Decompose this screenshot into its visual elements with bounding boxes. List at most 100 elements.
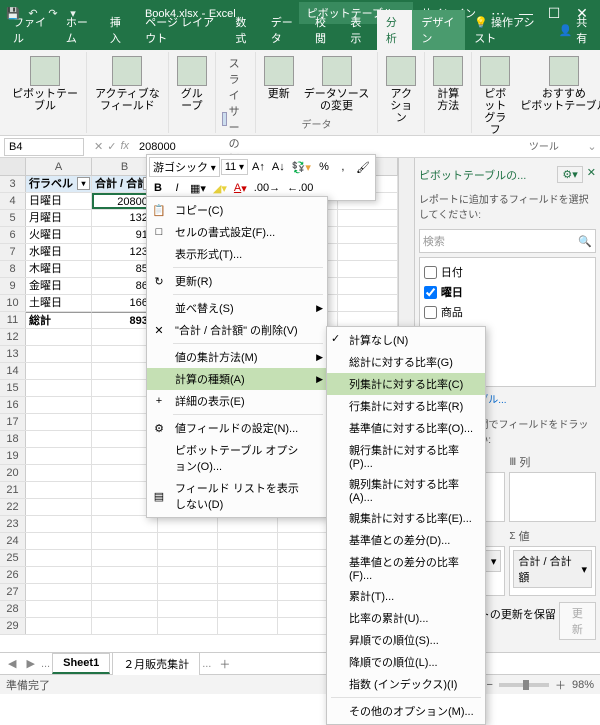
enter-formula-icon[interactable]: ✓ [107,140,116,153]
zoom-out-icon[interactable]: − [487,679,493,691]
cell[interactable] [26,499,92,515]
submenu-item[interactable]: 親集計に対する比率(E)... [327,507,485,529]
comma-icon[interactable]: , [334,157,352,177]
increase-font-icon[interactable]: A↑ [249,157,268,177]
tab-review[interactable]: 校閲 [306,10,341,50]
menu-item[interactable]: ✕"合計 / 合計額" の削除(V) [147,319,327,341]
cell[interactable] [338,244,398,260]
row-header[interactable]: 29 [0,618,26,634]
cell[interactable] [26,618,92,634]
format-painter-icon[interactable]: 🖌 [353,157,373,177]
cell[interactable] [338,261,398,277]
row-header[interactable]: 19 [0,448,26,464]
cell[interactable]: 日曜日 [26,193,92,209]
row-header[interactable]: 3 [0,176,26,192]
submenu-item[interactable]: 指数 (インデックス)(I) [327,673,485,695]
tab-nav-next-icon[interactable]: ▶ [22,657,38,670]
row-header[interactable]: 24 [0,533,26,549]
tab-view[interactable]: 表示 [341,10,376,50]
cell[interactable] [158,618,218,634]
cell[interactable]: 金曜日 [26,278,92,294]
decrease-decimal-icon[interactable]: ←.00 [284,178,316,198]
change-datasource-button[interactable]: データソース の変更 [300,54,373,114]
fill-color-icon[interactable]: ◢▾ [210,178,230,198]
percent-icon[interactable]: % [315,157,333,177]
field-search-input[interactable]: 検索🔍 [419,229,596,253]
cell[interactable] [218,533,278,549]
bold-icon[interactable]: B [149,178,167,198]
menu-item[interactable]: 並べ替え(S)▶ [147,297,327,319]
cell[interactable]: 火曜日 [26,227,92,243]
row-header[interactable]: 7 [0,244,26,260]
submenu-item[interactable]: 基準値との差分の比率(F)... [327,551,485,585]
tab-analyze[interactable]: 分析 [377,10,412,50]
cell[interactable] [158,584,218,600]
submenu-item[interactable]: 降順での順位(L)... [327,651,485,673]
save-icon[interactable]: 💾 [4,4,22,22]
accounting-format-icon[interactable]: 💱▾ [289,157,314,177]
cell[interactable] [158,601,218,617]
cell[interactable] [26,601,92,617]
cell[interactable] [338,295,398,311]
tab-overflow-icon[interactable]: ... [202,658,211,670]
cell[interactable] [338,227,398,243]
pane-close-icon[interactable]: ✕ [587,166,596,183]
tab-insert[interactable]: 挿入 [101,10,136,50]
submenu-item[interactable]: その他のオプション(M)... [327,700,485,722]
redo-icon[interactable]: ↷ [44,4,62,22]
submenu-item[interactable]: 基準値に対する比率(O)... [327,417,485,439]
cell[interactable] [158,533,218,549]
refresh-button[interactable]: 更新 [260,54,298,102]
decrease-font-icon[interactable]: A↓ [269,157,288,177]
field-checkbox[interactable]: 商品 [424,302,591,322]
menu-item[interactable]: 表示形式(T)... [147,243,327,265]
cell[interactable]: 水曜日 [26,244,92,260]
row-header[interactable]: 5 [0,210,26,226]
values-field-item[interactable]: 合計 / 合計額▾ [513,550,592,588]
cell[interactable] [26,550,92,566]
font-color-icon[interactable]: A▾ [231,178,250,198]
menu-item[interactable]: 値の集計方法(M)▶ [147,346,327,368]
menu-item[interactable]: ピボットテーブル オプション(O)... [147,439,327,477]
menu-item[interactable]: 計算の種類(A)▶ [147,368,327,390]
row-header[interactable]: 20 [0,465,26,481]
submenu-item[interactable]: 昇順での順位(S)... [327,629,485,651]
cell[interactable] [26,516,92,532]
cell[interactable]: 木曜日 [26,261,92,277]
border-icon[interactable]: ▦▾ [187,178,209,198]
fx-icon[interactable]: fx [120,140,129,153]
row-header[interactable]: 18 [0,431,26,447]
row-header[interactable]: 26 [0,567,26,583]
row-header[interactable]: 14 [0,363,26,379]
recommended-pivot-button[interactable]: おすすめ ピボットテーブル [516,54,600,114]
menu-item[interactable]: +詳細の表示(E) [147,390,327,412]
formula-expand-icon[interactable]: ⌄ [584,140,600,153]
active-field-button[interactable]: アクティブな フィールド [91,54,164,114]
cell[interactable] [26,465,92,481]
cell[interactable] [158,516,218,532]
cell[interactable] [92,601,158,617]
row-header[interactable]: 9 [0,278,26,294]
submenu-item[interactable]: 行集計に対する比率(R) [327,395,485,417]
tab-formulas[interactable]: 数式 [226,10,261,50]
group-button[interactable]: グループ [173,54,211,114]
pane-tools-icon[interactable]: ⚙▾ [557,166,582,183]
row-header[interactable]: 21 [0,482,26,498]
cell[interactable] [218,601,278,617]
row-header[interactable]: 6 [0,227,26,243]
cell[interactable] [92,533,158,549]
submenu-item[interactable]: 比率の累計(U)... [327,607,485,629]
cell[interactable] [92,516,158,532]
row-header[interactable]: 23 [0,516,26,532]
cell[interactable] [26,431,92,447]
col-header[interactable]: A [26,158,92,175]
zoom-level[interactable]: 98% [572,679,594,691]
submenu-item[interactable]: 親行集計に対する比率(P)... [327,439,485,473]
cell[interactable] [26,397,92,413]
formula-input[interactable]: 208000 [135,139,584,155]
row-header[interactable]: 12 [0,329,26,345]
cell[interactable] [158,567,218,583]
font-size-select[interactable]: 11 ▾ [221,159,248,175]
tab-page-layout[interactable]: ページ レイアウト [136,10,226,50]
tab-nav-prev-icon[interactable]: ◀ [4,657,20,670]
